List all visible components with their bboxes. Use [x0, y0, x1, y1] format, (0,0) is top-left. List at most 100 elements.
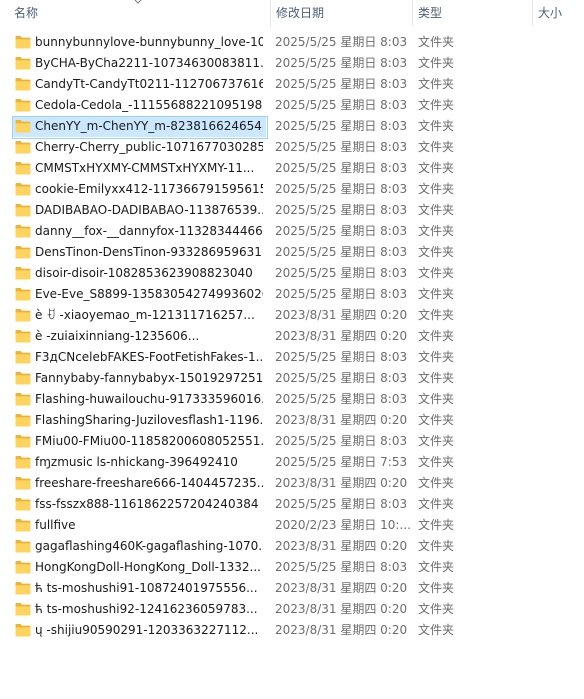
file-date: 2025/5/25 星期日 8:03 — [275, 161, 408, 175]
file-row[interactable]: ų -shijiu90590291-1203363227112... 2023/8… — [0, 620, 584, 641]
file-type: 文件夹 — [418, 287, 455, 301]
folder-icon — [15, 182, 31, 196]
file-row[interactable]: Eve-Eve_S8899-1358305427499360261 2025/5/… — [0, 284, 584, 305]
file-date: 2023/8/31 星期四 0:20 — [275, 602, 408, 616]
file-row[interactable]: bunnybunnylove-bunnybunny_love-10... 2025… — [0, 32, 584, 53]
file-row[interactable]: F3дCNcelebFAKES-FootFetishFakes-1... 2025… — [0, 347, 584, 368]
folder-icon — [15, 623, 31, 637]
file-row[interactable]: Fannybaby-fannybabyx-15019297251... 2025/… — [0, 368, 584, 389]
folder-icon — [15, 455, 31, 469]
folder-icon — [15, 371, 31, 385]
file-date: 2025/5/25 星期日 8:03 — [275, 350, 408, 364]
file-type: 文件夹 — [418, 224, 455, 238]
column-header-bar: 名称 修改日期 类型 大小 — [0, 0, 584, 26]
folder-icon — [15, 602, 31, 616]
file-date: 2025/5/25 星期日 8:03 — [275, 266, 408, 280]
file-row[interactable]: ByCHA-ByCha2211-10734630083811... 2025/5/… — [0, 53, 584, 74]
folder-icon — [15, 539, 31, 553]
file-name: fss-fsszx888-1161862257204240384 — [35, 497, 259, 511]
file-type: 文件夹 — [418, 623, 455, 637]
file-type: 文件夹 — [418, 119, 455, 133]
file-type: 文件夹 — [418, 413, 455, 427]
file-date: 2025/5/25 星期日 8:03 — [275, 245, 408, 259]
file-row[interactable]: è -zuiaixinniang-1235606... 2023/8/31 星期四… — [0, 326, 584, 347]
file-name: Cedola-Cedola_-11155688221095198... — [35, 98, 263, 112]
file-row[interactable]: disoir-disoir-1082853623908823040 2025/5/… — [0, 263, 584, 284]
file-row[interactable]: CMMSTxHYXMY-CMMSTxHYXMY-11... 2025/5/25 星… — [0, 158, 584, 179]
file-type: 文件夹 — [418, 308, 455, 322]
file-name: disoir-disoir-1082853623908823040 — [35, 266, 253, 280]
folder-icon — [15, 329, 31, 343]
file-row[interactable]: Flashing-huwailouchu-917333596016... 2025… — [0, 389, 584, 410]
file-date: 2025/5/25 星期日 8:03 — [275, 287, 408, 301]
file-name: bunnybunnylove-bunnybunny_love-10... — [35, 35, 263, 49]
folder-icon — [15, 35, 31, 49]
file-row[interactable]: fss-fsszx888-1161862257204240384 2025/5/2… — [0, 494, 584, 515]
file-date: 2023/8/31 星期四 0:20 — [275, 581, 408, 595]
folder-icon — [15, 476, 31, 490]
file-row[interactable]: danny__fox-__dannyfox-11328344466... 2025… — [0, 221, 584, 242]
column-header-name[interactable]: 名称 — [0, 0, 272, 26]
file-row[interactable]: cookie-Emilyxx412-117366791595615... 2025… — [0, 179, 584, 200]
file-name: ћ ts-moshushi92-12416236059783... — [35, 602, 258, 616]
file-row[interactable]: ћ ts-moshushi92-12416236059783... 2023/8/… — [0, 599, 584, 620]
file-name: FMiu00-FMiu00-11858200608052551... — [35, 434, 263, 448]
column-header-date[interactable]: 修改日期 — [270, 0, 412, 26]
file-name: danny__fox-__dannyfox-11328344466... — [35, 224, 263, 238]
file-name: Flashing-huwailouchu-917333596016... — [35, 392, 263, 406]
file-date: 2025/5/25 星期日 8:03 — [275, 371, 408, 385]
file-date: 2025/5/25 星期日 8:03 — [275, 224, 408, 238]
file-name: HongKongDoll-HongKong_Doll-1332... — [35, 560, 261, 574]
folder-icon — [15, 392, 31, 406]
file-date: 2025/5/25 星期日 8:03 — [275, 203, 408, 217]
column-header-type-label: 类型 — [418, 6, 443, 20]
folder-icon — [15, 518, 31, 532]
file-type: 文件夹 — [418, 371, 455, 385]
file-row[interactable]: HongKongDoll-HongKong_Doll-1332... 2025/5… — [0, 557, 584, 578]
file-row[interactable]: ChenYY_m-ChenYY_m-823816624654... 2025/5/… — [0, 116, 584, 139]
folder-icon — [15, 560, 31, 574]
file-row[interactable]: Cedola-Cedola_-11155688221095198... 2025/… — [0, 95, 584, 116]
file-name: FlashingSharing-Juzilovesflash1-1196... — [35, 413, 263, 427]
folder-icon — [15, 350, 31, 364]
file-name: cookie-Emilyxx412-117366791595615... — [35, 182, 263, 196]
folder-icon — [15, 203, 31, 217]
file-row[interactable]: CandyTt-CandyTt0211-112706737616... 2025/… — [0, 74, 584, 95]
folder-icon — [15, 413, 31, 427]
file-type: 文件夹 — [418, 560, 455, 574]
file-type: 文件夹 — [418, 77, 455, 91]
file-row[interactable]: DensTinon-DensTinon-933286959631... 2025/… — [0, 242, 584, 263]
file-date: 2025/5/25 星期日 8:03 — [275, 182, 408, 196]
column-header-type[interactable]: 类型 — [412, 0, 532, 26]
file-name: DensTinon-DensTinon-933286959631... — [35, 245, 263, 259]
file-date: 2020/2/23 星期日 10:... — [275, 518, 410, 532]
file-type: 文件夹 — [418, 329, 455, 343]
file-row[interactable]: fullfive 2020/2/23 星期日 10:... 文件夹 — [0, 515, 584, 536]
file-date: 2025/5/25 星期日 8:03 — [275, 497, 408, 511]
file-row[interactable]: FlashingSharing-Juzilovesflash1-1196... 2… — [0, 410, 584, 431]
folder-icon — [15, 245, 31, 259]
file-row[interactable]: DADIBABAO-DADIBABAO-113876539... 2025/5/2… — [0, 200, 584, 221]
file-type: 文件夹 — [418, 434, 455, 448]
file-name: ų -shijiu90590291-1203363227112... — [35, 623, 259, 637]
folder-icon — [15, 308, 31, 322]
file-name: è ꀀ -xiaoyemao_m-121311716257... — [35, 308, 255, 322]
file-date: 2025/5/25 星期日 8:03 — [275, 98, 408, 112]
file-row[interactable]: FMiu00-FMiu00-11858200608052551... 2025/5… — [0, 431, 584, 452]
file-row[interactable]: freeshare-freeshare666-1404457235... 2023… — [0, 473, 584, 494]
file-date: 2025/5/25 星期日 7:53 — [275, 455, 408, 469]
file-row[interactable]: è ꀀ -xiaoyemao_m-121311716257... 2023/8/3… — [0, 305, 584, 326]
file-name: ByCHA-ByCha2211-10734630083811... — [35, 56, 263, 70]
file-row[interactable]: Cherry-Cherry_public-1071677030285... 202… — [0, 137, 584, 158]
file-row[interactable]: ћ ts-moshushi91-10872401975556... 2023/8/… — [0, 578, 584, 599]
column-header-size[interactable]: 大小 — [532, 0, 584, 26]
file-date: 2023/8/31 星期四 0:20 — [275, 476, 408, 490]
file-row[interactable]: fɱzmusic ls-nhickang-396492410 2025/5/25 … — [0, 452, 584, 473]
folder-icon — [15, 581, 31, 595]
file-name: Eve-Eve_S8899-1358305427499360261 — [35, 287, 263, 301]
column-header-name-label: 名称 — [14, 6, 39, 20]
file-type: 文件夹 — [418, 392, 455, 406]
file-row[interactable]: gagaflashing460K-gagaflashing-1070... 202… — [0, 536, 584, 557]
file-name: ChenYY_m-ChenYY_m-823816624654... — [35, 119, 263, 133]
file-type: 文件夹 — [418, 140, 455, 154]
